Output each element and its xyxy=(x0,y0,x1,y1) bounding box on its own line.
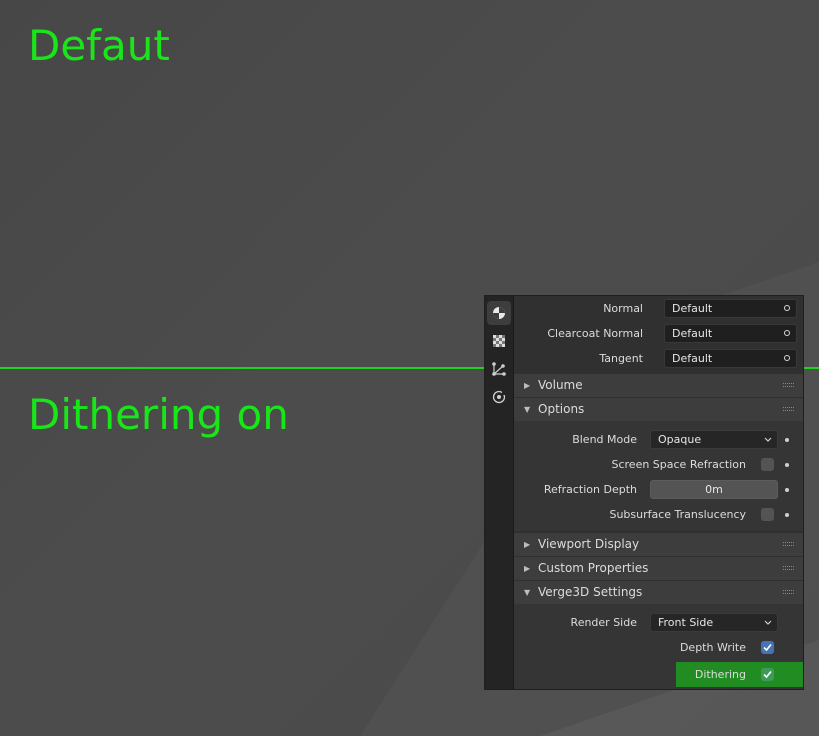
texture-icon xyxy=(493,335,505,347)
tangent-field[interactable]: Default xyxy=(664,349,797,368)
expanded-triangle-icon: ▼ xyxy=(524,588,531,597)
tab-node-tree[interactable] xyxy=(487,357,511,381)
drag-grip-icon[interactable] xyxy=(783,590,795,596)
verge3d-title: Verge3D Settings xyxy=(538,585,643,599)
blend-mode-select[interactable]: Opaque xyxy=(650,430,778,449)
blend-mode-value: Opaque xyxy=(658,433,702,446)
ssr-label: Screen Space Refraction xyxy=(611,458,746,471)
blend-mode-row: Blend Mode Opaque xyxy=(514,427,803,452)
render-side-label: Render Side xyxy=(570,616,637,629)
clearcoat-normal-label: Clearcoat Normal xyxy=(547,327,643,340)
depth-write-row: Depth Write xyxy=(514,635,803,660)
depth-write-label: Depth Write xyxy=(679,641,746,654)
render-side-row: Render Side Front Side xyxy=(514,610,803,635)
custom-properties-panel-header[interactable]: ▶ Custom Properties xyxy=(514,557,803,580)
dithering-row: Dithering xyxy=(514,662,803,687)
normal-field[interactable]: Default xyxy=(664,299,797,318)
clearcoat-normal-field[interactable]: Default xyxy=(664,324,797,343)
viewport-display-title: Viewport Display xyxy=(538,537,640,551)
tab-material[interactable] xyxy=(487,301,511,325)
chevron-down-icon xyxy=(764,620,772,625)
blend-mode-label: Blend Mode xyxy=(572,433,637,446)
checkmark-icon xyxy=(763,670,772,679)
drag-grip-icon[interactable] xyxy=(783,407,795,413)
decorator-dot[interactable] xyxy=(785,438,789,442)
socket-icon xyxy=(784,305,790,311)
physics-icon xyxy=(492,390,507,404)
properties-content: Normal Default Clearcoat Normal Default … xyxy=(514,296,803,689)
refraction-depth-field[interactable]: 0m xyxy=(650,480,778,499)
depth-write-checkbox[interactable] xyxy=(761,641,774,654)
drag-grip-icon[interactable] xyxy=(783,383,795,389)
clearcoat-normal-row: Clearcoat Normal Default xyxy=(514,321,803,346)
dithering-label: Dithering xyxy=(694,668,746,681)
tab-physics[interactable] xyxy=(487,385,511,409)
caption-top: Defaut xyxy=(28,21,170,70)
drag-grip-icon[interactable] xyxy=(783,566,795,572)
decorator-dot[interactable] xyxy=(785,513,789,517)
material-icon xyxy=(493,307,505,319)
dithering-checkbox[interactable] xyxy=(761,668,774,681)
socket-icon xyxy=(784,330,790,336)
render-side-value: Front Side xyxy=(658,616,714,629)
ssr-row: Screen Space Refraction xyxy=(514,452,803,477)
material-properties-panel: Normal Default Clearcoat Normal Default … xyxy=(484,295,804,690)
ssr-checkbox[interactable] xyxy=(761,458,774,471)
normal-label: Normal xyxy=(603,302,643,315)
caption-bottom: Dithering on xyxy=(28,390,289,439)
refraction-depth-row: Refraction Depth 0m xyxy=(514,477,803,502)
node-tree-icon xyxy=(492,362,506,376)
normal-value: Default xyxy=(672,302,713,315)
subsurface-row: Subsurface Translucency xyxy=(514,502,803,527)
socket-icon xyxy=(784,355,790,361)
tab-texture[interactable] xyxy=(487,329,511,353)
drag-grip-icon[interactable] xyxy=(783,542,795,548)
decorator-dot[interactable] xyxy=(785,488,789,492)
subsurface-checkbox[interactable] xyxy=(761,508,774,521)
options-panel-header[interactable]: ▼ Options xyxy=(514,398,803,421)
tangent-label: Tangent xyxy=(599,352,643,365)
checkmark-icon xyxy=(763,643,772,652)
tangent-value: Default xyxy=(672,352,713,365)
clearcoat-normal-value: Default xyxy=(672,327,713,340)
normal-row: Normal Default xyxy=(514,296,803,321)
tangent-row: Tangent Default xyxy=(514,346,803,371)
volume-panel-header[interactable]: ▶ Volume xyxy=(514,374,803,397)
options-title: Options xyxy=(538,402,585,416)
collapsed-triangle-icon: ▶ xyxy=(524,381,531,390)
custom-properties-title: Custom Properties xyxy=(538,561,649,575)
refraction-depth-label: Refraction Depth xyxy=(543,483,637,496)
decorator-dot[interactable] xyxy=(785,463,789,467)
properties-tab-bar xyxy=(485,296,514,689)
collapsed-triangle-icon: ▶ xyxy=(524,540,531,549)
viewport-display-panel-header[interactable]: ▶ Viewport Display xyxy=(514,533,803,556)
render-side-select[interactable]: Front Side xyxy=(650,613,778,632)
subsurface-label: Subsurface Translucency xyxy=(609,508,746,521)
expanded-triangle-icon: ▼ xyxy=(524,405,531,414)
collapsed-triangle-icon: ▶ xyxy=(524,564,531,573)
chevron-down-icon xyxy=(764,437,772,442)
verge3d-panel-header[interactable]: ▼ Verge3D Settings xyxy=(514,581,803,604)
volume-title: Volume xyxy=(538,378,583,392)
